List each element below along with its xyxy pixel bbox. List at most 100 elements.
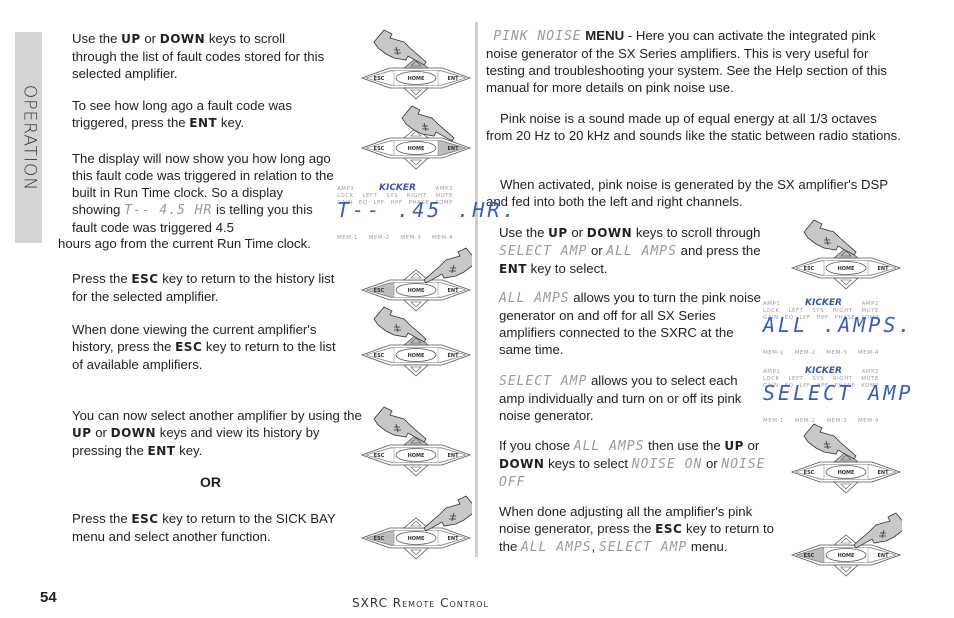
left-paragraph-3: The display will now show you how long a… [72, 151, 334, 235]
kicker-logo: KICKER [805, 366, 842, 376]
pointing-hand-icon [803, 219, 857, 256]
right-paragraph-6: SELECT AMP allows you to select each amp… [499, 373, 742, 423]
lcd-text-noise-on: NOISE ON [631, 457, 703, 472]
keypad-graphic: ESC HOME ENT [360, 105, 472, 170]
indicator-label: MEM-4 [432, 235, 453, 241]
up-key-label: UP [548, 226, 568, 240]
left-paragraph-7: Press the ESC key to return to the SICK … [72, 511, 336, 544]
ent-key-label: ENT [877, 266, 889, 272]
keypad-esc-press: ESC HOME ENT [790, 505, 902, 577]
home-key-label: HOME [408, 353, 425, 359]
left-paragraph-5: When done viewing the current amplifier'… [72, 322, 336, 372]
indicator-label: MEM-2 [794, 350, 816, 356]
section-tab-label: Operation [19, 84, 39, 191]
down-key-label: DOWN [110, 426, 157, 440]
esc-key-label: ESC [374, 536, 385, 542]
lcd-text-all-amps: ALL AMPS [499, 291, 570, 306]
pointing-hand-icon [423, 247, 472, 284]
lcd-text-all-amps: ALL AMPS [606, 244, 677, 259]
right-paragraph-1: PINK NOISE MENU - Here you can activate … [486, 28, 887, 95]
memory-row: MEM-1 MEM-2 MEM-3 MEM-4 [337, 230, 453, 247]
ent-key-label: ENT [189, 116, 218, 130]
lcd-text-select-amp: SELECT AMP [499, 374, 588, 389]
home-key-label: HOME [408, 453, 425, 459]
up-key-label: UP [72, 426, 92, 440]
esc-key-label: ESC [131, 512, 159, 526]
esc-key-label: ESC [655, 522, 683, 536]
esc-key-label: ESC [374, 288, 385, 294]
home-key-label: HOME [408, 536, 425, 542]
right-paragraph-5: ALL AMPS allows you to turn the pink noi… [499, 290, 761, 357]
column-divider [475, 22, 478, 557]
right-paragraph-2: Pink noise is a sound made up of equal e… [486, 111, 901, 143]
keypad-graphic: ESC HOME ENT [790, 512, 902, 577]
indicator-label: MEM-4 [858, 350, 879, 356]
esc-key-label: ESC [374, 146, 385, 152]
down-key-label: DOWN [586, 226, 633, 240]
keypad-graphic: ESC HOME ENT [790, 219, 902, 290]
lcd-display: AMP1 AMP2 LOCK LEFT SYS RIGHT MUTE GAIN EQ LPF HPF… [763, 364, 910, 424]
lcd-text-select-amp: SELECT AMP [598, 540, 688, 555]
home-key-label: HOME [408, 76, 425, 82]
indicator-label: MEM-1 [763, 418, 784, 424]
keypad-esc-press: ESC HOME ENT [360, 240, 472, 312]
up-key-label: UP [724, 439, 744, 453]
down-key-label: DOWN [159, 32, 206, 46]
keypad-up-press: ESC HOME ENT [360, 405, 472, 477]
or-separator: OR [200, 474, 221, 490]
home-key-label: HOME [838, 470, 855, 476]
keypad-graphic: ESC HOME ENT [790, 423, 902, 494]
left-paragraph-6: You can now select another amplifier by … [72, 408, 362, 458]
esc-key-label: ESC [374, 453, 385, 459]
keypad-graphic: ESC HOME ENT [360, 306, 472, 377]
ent-key-label: ENT [447, 146, 459, 152]
esc-key-label: ESC [175, 340, 203, 354]
esc-key-label: ESC [804, 266, 815, 272]
lcd-text-select-amp: SELECT AMP [499, 244, 588, 259]
pointing-hand-icon [373, 306, 427, 343]
right-paragraph-3: When activated, pink noise is generated … [486, 177, 888, 209]
esc-key-label: ESC [374, 353, 385, 359]
lcd-text-all-amps: ALL AMPS [521, 540, 592, 555]
down-key-label: DOWN [499, 457, 545, 471]
lcd-readout: T-- .45 .HR. [337, 198, 518, 222]
keypad-graphic: ESC HOME ENT [360, 495, 472, 560]
keypad-up-press: ESC HOME ENT [790, 218, 902, 290]
left-paragraph-4: Press the ESC key to return to the histo… [72, 271, 335, 304]
up-key-label: UP [121, 32, 141, 46]
keypad-esc-press: ESC HOME ENT [360, 488, 472, 560]
esc-key-label: ESC [804, 470, 815, 476]
home-key-label: HOME [408, 288, 425, 294]
indicator-label: MEM-3 [826, 350, 848, 356]
ent-key-label: ENT [877, 470, 889, 476]
indicator-label: MEM-1 [337, 235, 358, 241]
esc-key-label: ESC [804, 553, 815, 559]
page-number: 54 [40, 589, 57, 606]
lcd-text-all-amps: ALL AMPS [573, 439, 645, 454]
indicator-label: MEM-2 [794, 418, 816, 424]
lcd-text-pink-noise: PINK NOISE [493, 29, 582, 44]
pointing-hand-icon [423, 495, 472, 532]
ent-key-label: ENT [499, 262, 527, 276]
keypad-up-press: ESC HOME ENT [790, 422, 902, 494]
home-key-label: HOME [838, 266, 855, 272]
keypad-graphic: ESC HOME ENT [360, 29, 472, 100]
keypad-graphic: ESC HOME ENT [360, 406, 472, 477]
keypad-ent-press: ESC HOME ENT [360, 98, 472, 170]
left-paragraph-3-tail: hours ago from the current Run Time cloc… [58, 236, 311, 251]
pointing-hand-icon [373, 29, 427, 66]
pointing-hand-icon [853, 512, 902, 549]
indicator-label: MEM-3 [826, 418, 848, 424]
kicker-logo: KICKER [379, 183, 416, 193]
left-paragraph-2: To see how long ago a fault code was tri… [72, 98, 292, 130]
indicator-label: MEM-4 [858, 418, 879, 424]
pointing-hand-icon [373, 406, 427, 443]
right-paragraph-7: If you chose ALL AMPS then use the UP or… [499, 438, 766, 490]
lcd-text-run-time: T-- 4.5 HR [124, 203, 213, 218]
home-key-label: HOME [838, 553, 855, 559]
keypad-graphic: ESC HOME ENT [360, 247, 472, 312]
indicator-label: MEM-3 [400, 235, 422, 241]
lcd-readout: SELECT AMP [763, 381, 914, 405]
left-paragraph-1: Use the UP or DOWN keys to scroll throug… [72, 31, 325, 81]
indicator-label: MEM-2 [368, 235, 390, 241]
